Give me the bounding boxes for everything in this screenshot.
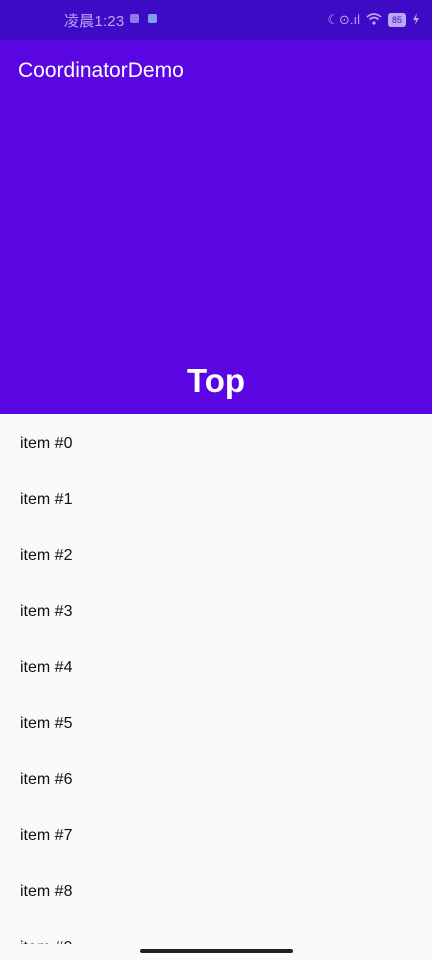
list-item[interactable]: item #0	[0, 414, 432, 470]
wifi-icon	[366, 12, 382, 28]
status-time: 凌晨1:23	[64, 13, 125, 30]
collapsing-app-bar: CoordinatorDemo Top	[0, 40, 432, 414]
signal-text: ☾⊙.ıl	[327, 12, 360, 27]
list-item[interactable]: item #3	[0, 582, 432, 638]
screen: 凌晨1:23 ☾⊙.ıl 85 CoordinatorDemo Top item…	[0, 0, 432, 960]
status-icons: ☾⊙.ıl 85	[327, 10, 420, 30]
list-item[interactable]: item #7	[0, 806, 432, 862]
battery-icon: 85	[387, 13, 406, 27]
list-item[interactable]: item #5	[0, 694, 432, 750]
item-list[interactable]: item #0 item #1 item #2 item #3 item #4 …	[0, 414, 432, 944]
list-item[interactable]: item #4	[0, 638, 432, 694]
app-title: CoordinatorDemo	[18, 59, 184, 82]
list-item[interactable]: item #8	[0, 862, 432, 918]
status-bar: 凌晨1:23 ☾⊙.ıl 85	[0, 0, 432, 40]
list-item[interactable]: item #9	[0, 918, 432, 944]
collapsing-title: Top	[186, 362, 246, 399]
notification-icon	[148, 14, 157, 23]
list-item[interactable]: item #2	[0, 526, 432, 582]
charging-icon	[412, 12, 420, 28]
list-item[interactable]: item #6	[0, 750, 432, 806]
gesture-nav-handle[interactable]	[140, 949, 293, 953]
list-item[interactable]: item #1	[0, 470, 432, 526]
notification-icon	[130, 14, 139, 23]
